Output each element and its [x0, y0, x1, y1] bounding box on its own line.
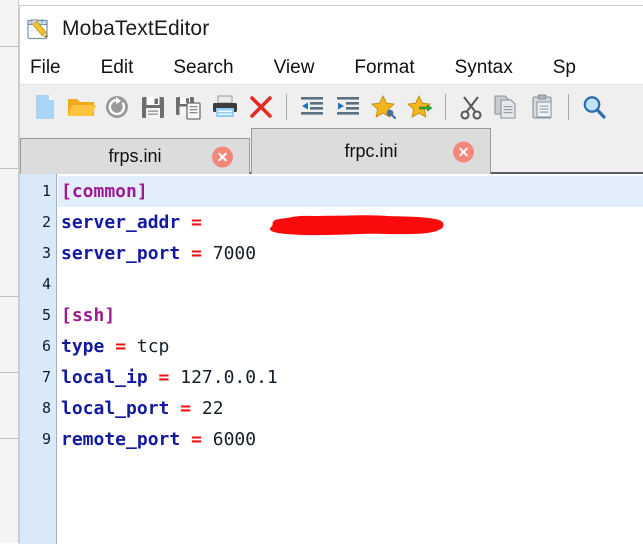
token-eq: =	[180, 398, 192, 419]
code-line-text: server_addr =	[58, 207, 643, 238]
token-eq: =	[158, 367, 170, 388]
application-window: MobaTextEditor File Edit Search View For…	[19, 5, 643, 544]
bookmark-toggle-icon[interactable]	[366, 89, 402, 125]
code-line-text: local_port = 22	[58, 393, 643, 424]
line-number: 4	[41, 275, 51, 293]
token-val	[202, 212, 213, 233]
code-line[interactable]: 8 local_port = 22	[20, 393, 643, 424]
token-val: 7000	[201, 243, 257, 264]
toolbar-separator	[568, 93, 569, 120]
token-val: 6000	[201, 429, 257, 450]
background-window-edge	[0, 0, 19, 543]
code-line[interactable]: 6 type = tcp	[20, 331, 643, 362]
line-number: 7	[41, 368, 51, 386]
tab-strip: frps.ini frpc.ini	[20, 128, 643, 174]
token-val	[180, 429, 191, 450]
close-x-icon[interactable]	[243, 89, 279, 125]
code-line[interactable]: 4	[20, 269, 643, 300]
code-line[interactable]: 9 remote_port = 6000	[20, 424, 643, 455]
toolbar	[20, 84, 643, 128]
cut-scissors-icon[interactable]	[453, 89, 489, 125]
token-eq: =	[115, 336, 127, 357]
token-val	[180, 243, 191, 264]
token-section: [common]	[61, 181, 148, 202]
save-icon[interactable]	[135, 89, 171, 125]
redaction-marker	[265, 211, 447, 236]
line-number: 8	[41, 399, 51, 417]
print-icon[interactable]	[207, 89, 243, 125]
code-line-text: [common]	[58, 176, 643, 207]
line-number: 2	[41, 213, 51, 231]
token-val	[180, 212, 191, 233]
menu-item-syntax[interactable]: Syntax	[455, 57, 513, 79]
background-divider	[0, 46, 18, 47]
code-line-text: remote_port = 6000	[58, 424, 643, 455]
line-number: 1	[41, 182, 51, 200]
token-key: server_addr	[61, 212, 181, 233]
close-circle-icon[interactable]	[212, 146, 233, 167]
menu-item-view[interactable]: View	[274, 57, 315, 79]
code-line[interactable]: 2 server_addr =	[20, 207, 643, 238]
line-number: 6	[41, 337, 51, 355]
token-eq: =	[191, 212, 202, 233]
code-line[interactable]: 5 [ssh]	[20, 300, 643, 331]
bookmark-next-icon[interactable]	[402, 89, 438, 125]
window-title: MobaTextEditor	[62, 16, 210, 40]
token-val: tcp	[126, 336, 170, 357]
paste-icon[interactable]	[525, 89, 561, 125]
token-key: local_port	[61, 398, 170, 419]
menu-item-file[interactable]: File	[30, 57, 61, 79]
token-key: local_ip	[61, 367, 148, 388]
code-line-text: server_port = 7000	[58, 238, 643, 269]
indent-icon[interactable]	[330, 89, 366, 125]
code-line-text: type = tcp	[58, 331, 643, 362]
text-editor-area[interactable]: 1 [common] 2 server_addr = 3 server_port = 7…	[20, 174, 643, 544]
menu-item-search[interactable]: Search	[173, 57, 233, 79]
token-val: 22	[191, 398, 224, 419]
token-key: type	[61, 336, 105, 357]
code-line[interactable]: 7 local_ip = 127.0.0.1	[20, 362, 643, 393]
new-file-icon[interactable]	[27, 89, 63, 125]
code-line-text: [ssh]	[58, 300, 643, 331]
code-line-text	[58, 269, 643, 300]
code-line[interactable]: 1 [common]	[20, 176, 643, 207]
background-divider	[0, 296, 18, 297]
background-divider	[0, 168, 18, 169]
search-magnifier-icon[interactable]	[576, 89, 612, 125]
token-val	[148, 367, 159, 388]
tab-label: frps.ini	[108, 146, 162, 166]
token-key: server_port	[61, 243, 181, 264]
token-eq: =	[191, 243, 202, 264]
token-val	[169, 398, 180, 419]
code-line[interactable]: 3 server_port = 7000	[20, 238, 643, 269]
token-val	[104, 336, 115, 357]
tab-frps-ini[interactable]: frps.ini	[20, 138, 250, 174]
token-val: 127.0.0.1	[169, 367, 278, 388]
save-as-icon[interactable]	[171, 89, 207, 125]
menu-item-edit[interactable]: Edit	[101, 57, 134, 79]
line-number: 5	[41, 306, 51, 324]
open-folder-icon[interactable]	[63, 89, 99, 125]
notepad-pencil-icon	[24, 14, 54, 44]
line-number: 3	[41, 244, 51, 262]
toolbar-separator	[445, 93, 446, 120]
token-eq: =	[191, 429, 202, 450]
background-divider	[0, 438, 18, 439]
menu-item-special[interactable]: Sp	[553, 57, 576, 79]
token-section: [ssh]	[61, 305, 116, 326]
code-line-text: local_ip = 127.0.0.1	[58, 362, 643, 393]
background-divider	[0, 372, 18, 373]
reload-icon[interactable]	[99, 89, 135, 125]
copy-icon[interactable]	[489, 89, 525, 125]
close-circle-icon[interactable]	[453, 141, 474, 162]
tab-frpc-ini[interactable]: frpc.ini	[251, 128, 491, 174]
line-number: 9	[41, 430, 51, 448]
menu-item-format[interactable]: Format	[354, 57, 414, 79]
menu-bar: File Edit Search View Format Syntax Sp	[20, 51, 643, 84]
outdent-icon[interactable]	[294, 89, 330, 125]
tab-label: frpc.ini	[344, 141, 398, 161]
title-bar: MobaTextEditor	[20, 6, 643, 51]
token-key: remote_port	[61, 429, 181, 450]
toolbar-separator	[286, 93, 287, 120]
